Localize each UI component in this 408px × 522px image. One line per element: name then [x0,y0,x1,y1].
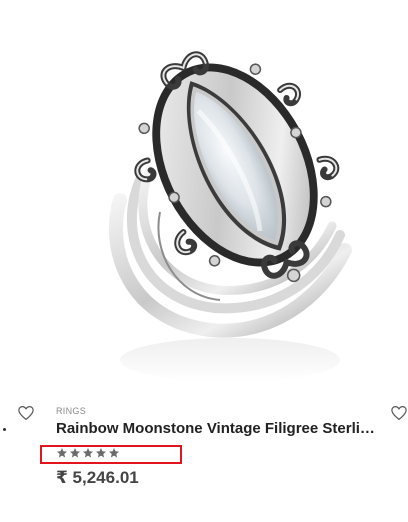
star-icon [70,448,80,458]
product-category: RINGS [56,406,87,416]
star-icon [57,448,67,458]
heart-outline-icon[interactable] [17,404,35,422]
product-price: ₹ 5,246.01 [56,468,139,487]
carousel-dot [3,428,6,431]
star-icon [109,448,119,458]
star-icon [83,448,93,458]
product-card: RINGS Rainbow Moonstone Vintage Filigree… [0,0,408,522]
product-title[interactable]: Rainbow Moonstone Vintage Filigree Sterl… [56,420,376,437]
star-icon [96,448,106,458]
star-rating [56,447,120,459]
heart-outline-icon[interactable] [390,404,408,422]
product-image[interactable] [0,0,408,400]
